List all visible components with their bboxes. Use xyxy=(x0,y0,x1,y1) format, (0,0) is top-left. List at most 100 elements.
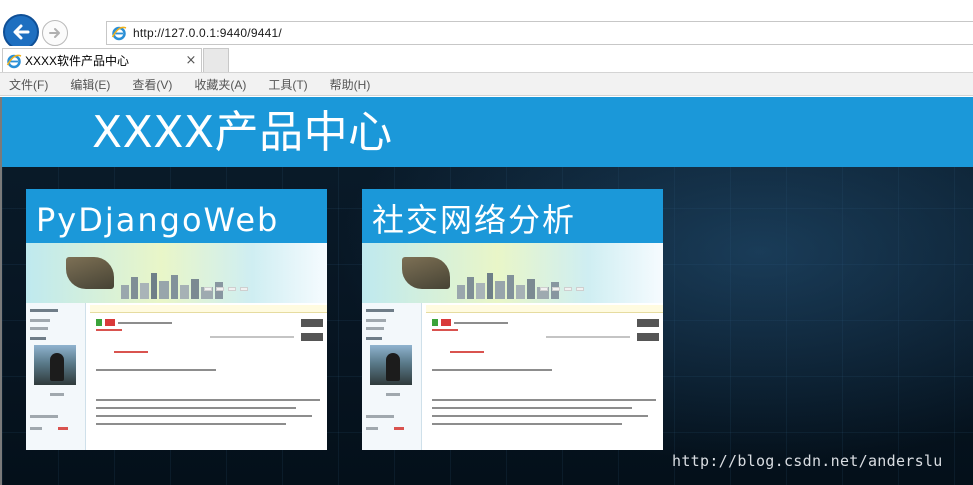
thumbnail-nav-item xyxy=(216,287,224,291)
post-category-line xyxy=(114,351,148,353)
thumbnail-post-title xyxy=(432,319,508,326)
watermark-text: http://blog.csdn.net/anderslu xyxy=(672,452,943,470)
post-text-line xyxy=(96,423,286,425)
forward-arrow-icon xyxy=(49,28,60,38)
thumbnail-nav xyxy=(204,287,248,291)
menu-tools[interactable]: 工具(T) xyxy=(265,76,310,93)
thumbnail-nav-item xyxy=(228,287,236,291)
sidebar-text-line xyxy=(50,393,64,396)
sidebar-text-line xyxy=(366,427,378,430)
badge-icon xyxy=(96,319,102,326)
thumbnail-nav-item xyxy=(576,287,584,291)
page-viewport: XXXX产品中心 PyDjangoWeb 社交网络分析 http://blog.… xyxy=(0,97,973,485)
thumbnail-sidebar xyxy=(26,303,86,450)
thumbnail-nav-item xyxy=(240,287,248,291)
badge-icon xyxy=(105,319,115,326)
address-text: http://127.0.0.1:9440/9441/ xyxy=(133,26,282,40)
post-text-line xyxy=(432,369,552,371)
sidebar-text-line xyxy=(30,427,42,430)
post-meta-line xyxy=(432,329,458,331)
person-silhouette xyxy=(386,353,400,381)
thumbnail-main xyxy=(90,303,327,450)
book-illustration xyxy=(402,257,450,289)
badge-icon xyxy=(432,319,438,326)
product-card-social-network-analysis[interactable]: 社交网络分析 xyxy=(362,189,663,450)
address-bar[interactable]: http://127.0.0.1:9440/9441/ xyxy=(106,21,973,45)
post-title-line xyxy=(118,321,172,324)
product-card-title: PyDjangoWeb xyxy=(36,201,280,239)
tab-title: XXXX软件产品中心 xyxy=(25,54,130,68)
menu-favorites[interactable]: 收藏夹(A) xyxy=(191,76,249,93)
badge-icon xyxy=(441,319,451,326)
sidebar-text-line xyxy=(30,415,58,418)
post-meta-line xyxy=(96,329,122,331)
post-text-line xyxy=(96,415,312,417)
profile-photo xyxy=(34,345,76,385)
sidebar-text-line xyxy=(366,319,386,322)
post-text-line xyxy=(432,399,656,401)
product-card-pydjangoweb[interactable]: PyDjangoWeb xyxy=(26,189,327,450)
thumbnail-nav-item xyxy=(552,287,560,291)
browser-toolbar: http://127.0.0.1:9440/9441/ xyxy=(0,0,973,50)
post-text-line xyxy=(96,399,320,401)
back-button[interactable] xyxy=(3,14,39,50)
thumbnail-nav-item xyxy=(564,287,572,291)
thumbnail-post-title xyxy=(96,319,172,326)
product-thumbnail[interactable] xyxy=(26,243,327,450)
book-illustration xyxy=(66,257,114,289)
new-tab-button[interactable] xyxy=(203,48,229,72)
sidebar-text-line xyxy=(30,337,46,340)
thumbnail-nav xyxy=(540,287,584,291)
post-text-line xyxy=(432,423,622,425)
post-text-line xyxy=(432,415,648,417)
thumbnail-banner xyxy=(26,243,327,303)
menu-bar: 文件(F) 编辑(E) 查看(V) 收藏夹(A) 工具(T) 帮助(H) xyxy=(0,72,973,96)
thumbnail-nav-item xyxy=(204,287,212,291)
post-title-line xyxy=(454,321,508,324)
tab-strip: XXXX软件产品中心 × xyxy=(0,46,973,72)
city-skyline-illustration xyxy=(121,273,223,299)
post-text-line xyxy=(96,407,296,409)
sidebar-text-line xyxy=(366,327,384,330)
person-silhouette xyxy=(50,353,64,381)
city-skyline-illustration xyxy=(457,273,559,299)
product-card-title: 社交网络分析 xyxy=(372,201,577,239)
product-thumbnail[interactable] xyxy=(362,243,663,450)
thumbnail-button xyxy=(301,319,323,327)
page-title: XXXX产品中心 xyxy=(92,107,393,158)
menu-help[interactable]: 帮助(H) xyxy=(327,76,374,93)
sidebar-text-line xyxy=(366,309,394,312)
page-header: XXXX产品中心 xyxy=(2,97,973,167)
post-text-line xyxy=(432,407,632,409)
menu-edit[interactable]: 编辑(E) xyxy=(67,76,113,93)
thumbnail-banner xyxy=(362,243,663,303)
post-category-line xyxy=(450,351,484,353)
thumbnail-nav-item xyxy=(540,287,548,291)
sidebar-text-line xyxy=(394,427,404,430)
sidebar-text-line xyxy=(30,319,50,322)
close-icon[interactable]: × xyxy=(183,53,199,68)
thumbnail-notice-strip xyxy=(90,305,327,313)
thumbnail-button xyxy=(301,333,323,341)
internet-explorer-icon xyxy=(111,26,127,41)
sidebar-text-line xyxy=(386,393,400,396)
post-meta-line xyxy=(210,336,294,338)
post-meta-line xyxy=(546,336,630,338)
thumbnail-button xyxy=(637,319,659,327)
sidebar-text-line xyxy=(30,327,48,330)
menu-file[interactable]: 文件(F) xyxy=(6,76,51,93)
sidebar-text-line xyxy=(366,415,394,418)
back-arrow-icon xyxy=(13,24,30,40)
thumbnail-sidebar xyxy=(362,303,422,450)
profile-photo xyxy=(370,345,412,385)
thumbnail-main xyxy=(426,303,663,450)
sidebar-text-line xyxy=(30,309,58,312)
tab-active[interactable]: XXXX软件产品中心 × xyxy=(2,48,202,72)
forward-button[interactable] xyxy=(42,20,68,46)
internet-explorer-icon xyxy=(6,54,22,68)
thumbnail-notice-strip xyxy=(426,305,663,313)
sidebar-text-line xyxy=(366,337,382,340)
sidebar-text-line xyxy=(58,427,68,430)
menu-view[interactable]: 查看(V) xyxy=(129,76,175,93)
thumbnail-button xyxy=(637,333,659,341)
